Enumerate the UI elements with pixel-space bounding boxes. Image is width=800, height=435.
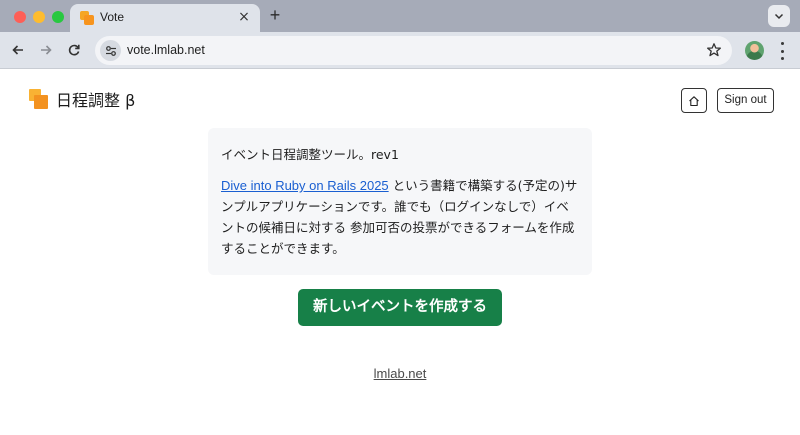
url-text[interactable]: vote.lmlab.net [127, 43, 205, 57]
chevron-down-icon [774, 13, 784, 20]
create-event-button[interactable]: 新しいイベントを作成する [298, 289, 502, 326]
site-info-button[interactable] [100, 40, 121, 61]
logo-icon [29, 89, 49, 109]
tab-close-icon[interactable]: × [236, 9, 252, 25]
new-tab-button[interactable]: + [266, 6, 284, 24]
browser-menu-icon[interactable] [775, 42, 789, 60]
favicon-icon [80, 11, 94, 25]
book-link[interactable]: Dive into Ruby on Rails 2025 [221, 178, 389, 193]
signout-button[interactable]: Sign out [717, 88, 774, 113]
reload-icon [68, 44, 80, 56]
brand-title: 日程調整 β [56, 91, 136, 110]
address-bar[interactable]: vote.lmlab.net [95, 36, 732, 65]
home-button[interactable] [681, 88, 707, 113]
arrow-right-icon [41, 45, 52, 55]
intro-card: イベント日程調整ツール。rev1 Dive into Ruby on Rails… [208, 128, 592, 275]
profile-avatar[interactable] [745, 41, 764, 60]
arrow-left-icon [12, 45, 23, 55]
footer-link[interactable]: lmlab.net [0, 366, 800, 381]
home-icon [689, 95, 699, 106]
browser-tab[interactable]: Vote × [70, 4, 260, 32]
reload-button[interactable] [64, 40, 84, 60]
brand[interactable]: 日程調整 β [29, 88, 135, 110]
close-window-button[interactable] [14, 11, 26, 23]
minimize-window-button[interactable] [33, 11, 45, 23]
tab-title: Vote [100, 10, 125, 24]
browser-titlebar: Vote × + [0, 0, 800, 32]
bookmark-star-icon[interactable] [706, 42, 722, 58]
browser-toolbar: vote.lmlab.net [0, 32, 800, 69]
tune-icon [105, 45, 116, 56]
maximize-window-button[interactable] [52, 11, 64, 23]
page-content: 日程調整 β Sign out イベント日程調整ツール。rev1 Dive in… [0, 70, 800, 435]
tab-search-button[interactable] [768, 5, 790, 27]
intro-paragraph: Dive into Ruby on Rails 2025 という書籍で構築する(… [221, 175, 581, 259]
back-button[interactable] [8, 40, 28, 60]
intro-heading: イベント日程調整ツール。rev1 [221, 147, 399, 162]
forward-button[interactable] [36, 40, 56, 60]
